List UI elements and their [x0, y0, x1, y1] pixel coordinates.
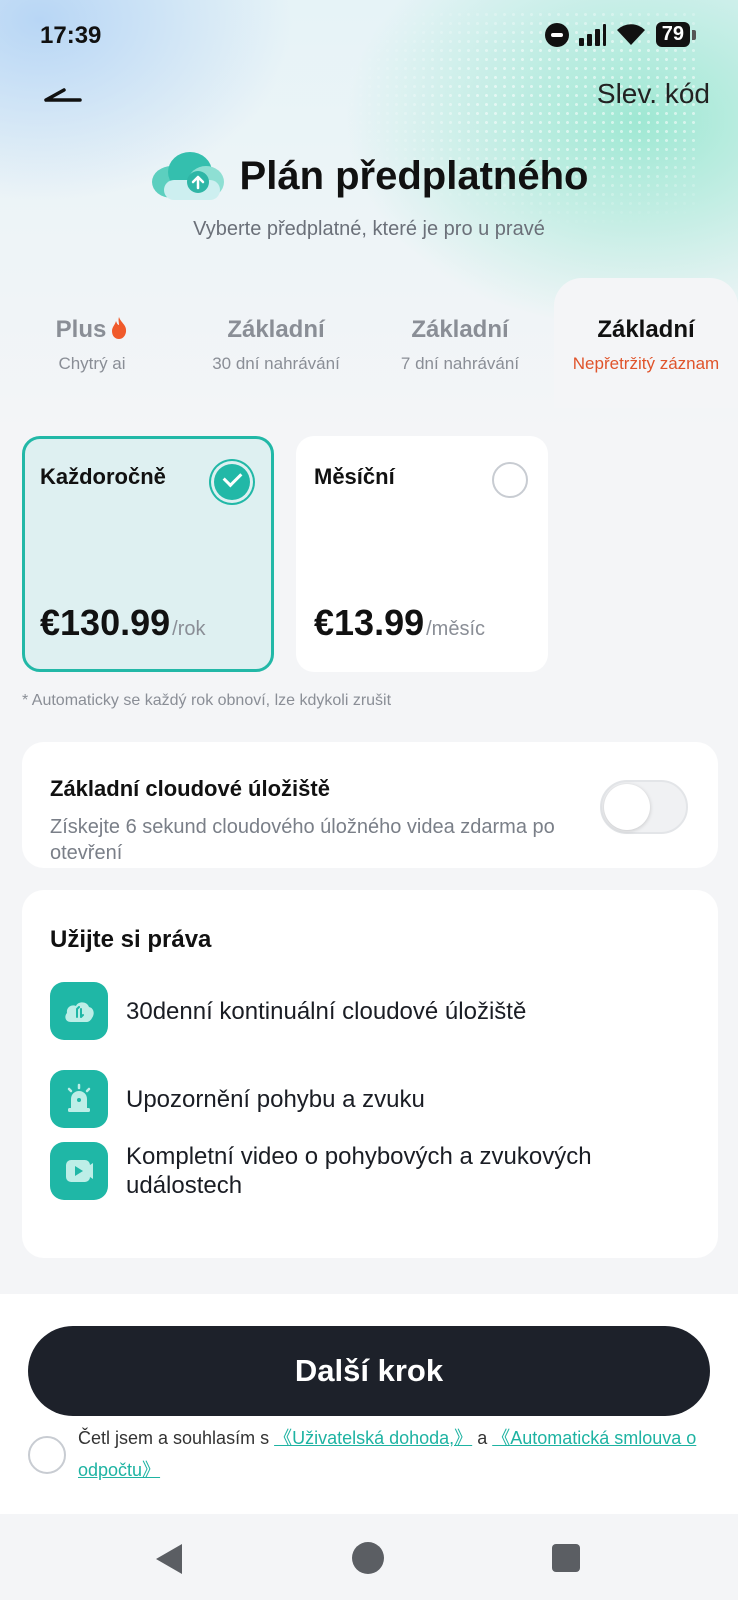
agreement-text: Četl jsem a souhlasím s 《Uživatelská doh… [78, 1422, 708, 1486]
back-arrow-icon [44, 88, 82, 102]
title-row: Plán předplatného [0, 150, 738, 202]
price-amount: €13.99 [314, 602, 425, 643]
billing-option-monthly[interactable]: Měsíční €13.99 /měsíc [296, 436, 548, 672]
tab-basic-continuous-sub: Nepřetržitý záznam [572, 354, 720, 373]
benefit-item: Upozornění pohybu a zvuku [50, 1070, 690, 1128]
benefit-item: Kompletní video o pohybových a zvukových… [50, 1142, 690, 1200]
storage-description: Získejte 6 sekund cloudového úložného vi… [50, 816, 555, 864]
video-play-icon [50, 1142, 108, 1200]
next-step-button[interactable]: Další krok [28, 1326, 710, 1416]
tab-basic-7-label: Základní [411, 316, 509, 343]
price: €13.99 /měsíc [314, 602, 485, 644]
nav-recents-icon[interactable] [552, 1544, 580, 1572]
benefits-title: Užijte si práva [50, 926, 212, 953]
price: €130.99 /rok [40, 602, 205, 644]
agreement-and: a [472, 1428, 493, 1448]
check-icon [214, 464, 250, 500]
page-subtitle: Vyberte předplatné, které je pro u pravé [193, 218, 545, 240]
tab-basic-7[interactable]: Základní 7 dní nahrávání [368, 278, 552, 408]
billing-label: Každoročně [40, 464, 166, 489]
page-title: Plán předplatného [239, 153, 589, 198]
tab-basic-7-sub: 7 dní nahrávání [400, 354, 520, 373]
storage-card: Základní cloudové úložiště Získejte 6 se… [22, 742, 718, 868]
agreement-prefix: Četl jsem a souhlasím s [78, 1428, 275, 1448]
price-unit: /měsíc [426, 618, 486, 640]
benefit-item: 30denní kontinuální cloudové úložiště [50, 982, 690, 1040]
tab-basic-continuous[interactable]: Základní Nepřetržitý záznam [554, 278, 738, 408]
price-unit: /rok [172, 618, 206, 640]
storage-toggle[interactable] [600, 780, 688, 834]
tab-plus-sub: Chytrý ai [58, 354, 126, 373]
signal-icon [578, 23, 606, 46]
tab-plus[interactable]: Plus Chytrý ai [0, 278, 184, 408]
tab-basic-30-sub: 30 dní nahrávání [212, 354, 340, 373]
do-not-disturb-icon [544, 22, 569, 47]
tab-basic-30-label: Základní [227, 316, 325, 343]
agree-checkbox[interactable] [28, 1436, 66, 1474]
auto-renew-note: * Automaticky se každý rok obnoví, lze k… [22, 692, 392, 709]
radio-icon [492, 462, 528, 498]
wifi-icon [616, 23, 645, 45]
storage-title: Základní cloudové úložiště [50, 776, 330, 801]
cloud-storage-icon [50, 982, 108, 1040]
system-nav-bar [0, 1514, 738, 1600]
billing-label: Měsíční [314, 464, 395, 489]
status-bar: 17:39 79 [0, 0, 738, 72]
alarm-icon [50, 1070, 108, 1128]
cloud-upload-icon [151, 152, 224, 200]
back-button[interactable] [40, 78, 90, 118]
benefit-text: Kompletní video o pohybových a zvukových… [126, 1143, 592, 1199]
billing-option-yearly[interactable]: Každoročně €130.99 /rok [22, 436, 274, 672]
promo-code-button[interactable]: Slev. kód [597, 78, 710, 110]
price-amount: €130.99 [40, 602, 171, 643]
flame-icon [112, 317, 127, 339]
benefits-card: Užijte si práva 30denní kontinuální clou… [22, 890, 718, 1258]
benefit-text: Upozornění pohybu a zvuku [126, 1085, 425, 1113]
battery-icon: 79 [655, 22, 697, 47]
user-agreement-link[interactable]: 《Uživatelská dohoda,》 [274, 1428, 472, 1448]
tab-plus-label: Plus [55, 316, 107, 343]
status-icons: 79 [544, 22, 697, 47]
status-time: 17:39 [40, 22, 102, 49]
benefit-text: 30denní kontinuální cloudové úložiště [126, 997, 527, 1025]
tab-basic-continuous-label: Základní [597, 316, 695, 343]
bottom-action-area: Další krok Četl jsem a souhlasím s 《Uživ… [0, 1294, 738, 1514]
plan-tabs: Plus Chytrý ai Základní 30 dní nahrávání… [0, 278, 738, 408]
tab-basic-30[interactable]: Základní 30 dní nahrávání [184, 278, 368, 408]
nav-home-icon[interactable] [352, 1542, 384, 1574]
nav-back-icon[interactable] [156, 1544, 182, 1574]
